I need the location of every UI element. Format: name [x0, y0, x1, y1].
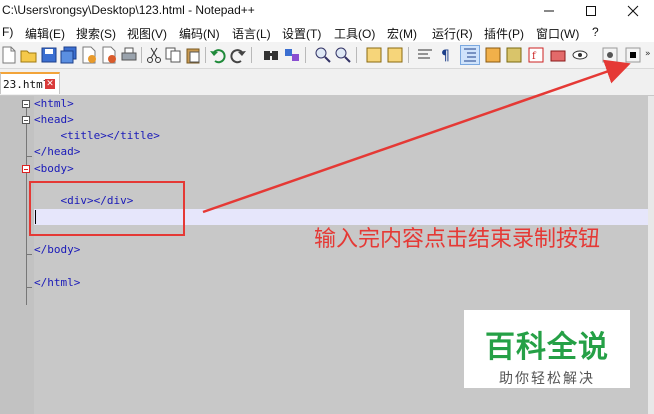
find-icon[interactable]	[262, 46, 280, 64]
vertical-scrollbar[interactable]	[648, 96, 654, 414]
menu-macro[interactable]: 宏(M)	[387, 25, 417, 42]
toolbar-separator	[251, 47, 252, 63]
user-defined-language-icon[interactable]	[484, 46, 502, 64]
folder-workspace-icon[interactable]	[549, 46, 567, 64]
menu-help[interactable]: ?	[592, 25, 599, 39]
indent-guide-icon[interactable]	[460, 45, 480, 65]
close-button[interactable]	[612, 0, 654, 22]
fold-line	[26, 254, 32, 255]
copy-icon[interactable]	[164, 46, 182, 64]
fold-toggle-icon[interactable]	[22, 100, 30, 108]
fold-margin	[0, 96, 34, 414]
annotation-text: 输入完内容点击结束录制按钮	[314, 227, 601, 252]
fold-toggle-icon[interactable]	[22, 165, 30, 173]
word-wrap-icon[interactable]	[416, 46, 434, 64]
toolbar-separator	[305, 47, 306, 63]
svg-text:¶: ¶	[441, 48, 450, 64]
tab-123-html[interactable]: 23.html ✕	[0, 72, 60, 94]
cut-icon[interactable]	[145, 46, 163, 64]
open-file-icon[interactable]	[20, 46, 38, 64]
title-bar: C:\Users\rongsy\Desktop\123.html - Notep…	[0, 0, 654, 22]
fold-line	[26, 156, 32, 157]
menu-search[interactable]: 搜索(S)	[76, 25, 116, 42]
sync-vertical-icon[interactable]	[365, 46, 383, 64]
menu-edit[interactable]: 编辑(E)	[25, 25, 65, 42]
save-all-icon[interactable]	[60, 46, 78, 64]
zoom-out-icon[interactable]	[334, 46, 352, 64]
sync-horizontal-icon[interactable]	[386, 46, 404, 64]
zoom-in-icon[interactable]	[314, 46, 332, 64]
function-list-icon[interactable]: f	[527, 46, 545, 64]
paste-icon[interactable]	[184, 46, 202, 64]
tab-bar: 23.html ✕	[0, 69, 654, 96]
new-file-icon[interactable]	[0, 46, 18, 64]
close-file-icon[interactable]	[80, 46, 98, 64]
menu-plugins[interactable]: 插件(P)	[484, 25, 524, 42]
toolbar-overflow-icon[interactable]: »	[644, 46, 654, 64]
redo-icon[interactable]	[229, 46, 247, 64]
highlight-box	[29, 181, 185, 236]
tab-label: 23.html	[3, 78, 50, 91]
code-line: <head>	[34, 113, 74, 126]
start-recording-icon[interactable]	[601, 46, 619, 64]
minimize-icon	[544, 10, 554, 12]
menu-language[interactable]: 语言(L)	[232, 25, 271, 42]
menu-file[interactable]: F)	[2, 25, 13, 39]
show-all-chars-icon[interactable]: ¶	[437, 46, 455, 64]
menu-view[interactable]: 视图(V)	[127, 25, 167, 42]
svg-text:»: »	[645, 49, 651, 59]
save-icon[interactable]	[40, 46, 58, 64]
tab-close-icon[interactable]: ✕	[45, 79, 55, 89]
toolbar: ¶ f »	[0, 42, 654, 69]
code-line: </body>	[34, 243, 81, 256]
maximize-button[interactable]	[570, 0, 612, 22]
minimize-button[interactable]	[528, 0, 570, 22]
code-line: </html>	[34, 276, 81, 289]
window-title: C:\Users\rongsy\Desktop\123.html - Notep…	[2, 3, 255, 17]
maximize-icon	[586, 6, 596, 16]
menu-bar: F) 编辑(E) 搜索(S) 视图(V) 编码(N) 语言(L) 设置(T) 工…	[0, 22, 654, 42]
doc-map-icon[interactable]	[505, 46, 523, 64]
code-line: </head>	[34, 145, 81, 158]
fold-line	[26, 287, 32, 288]
code-line: <html>	[34, 97, 74, 110]
stop-recording-icon[interactable]	[624, 46, 642, 64]
monitoring-icon[interactable]	[571, 46, 589, 64]
fold-toggle-icon[interactable]	[22, 116, 30, 124]
code-line: <title></title>	[34, 129, 160, 142]
print-icon[interactable]	[120, 46, 138, 64]
window-controls	[528, 0, 654, 22]
toolbar-separator	[205, 47, 206, 63]
menu-settings[interactable]: 设置(T)	[282, 25, 321, 42]
fold-line	[26, 108, 27, 305]
menu-window[interactable]: 窗口(W)	[536, 25, 579, 42]
close-icon	[627, 5, 639, 17]
menu-encoding[interactable]: 编码(N)	[179, 25, 220, 42]
watermark-subtitle: 助你轻松解决	[499, 371, 595, 387]
toolbar-separator	[356, 47, 357, 63]
toolbar-separator	[408, 47, 409, 63]
code-line: <body>	[34, 162, 74, 175]
undo-icon[interactable]	[209, 46, 227, 64]
toolbar-separator	[141, 47, 142, 63]
menu-run[interactable]: 运行(R)	[432, 25, 473, 42]
close-all-icon[interactable]	[100, 46, 118, 64]
replace-icon[interactable]	[283, 46, 301, 64]
watermark-title: 百科全说	[485, 330, 609, 365]
watermark-logo: 百科全说 助你轻松解决	[464, 310, 630, 388]
menu-tools[interactable]: 工具(O)	[334, 25, 375, 42]
